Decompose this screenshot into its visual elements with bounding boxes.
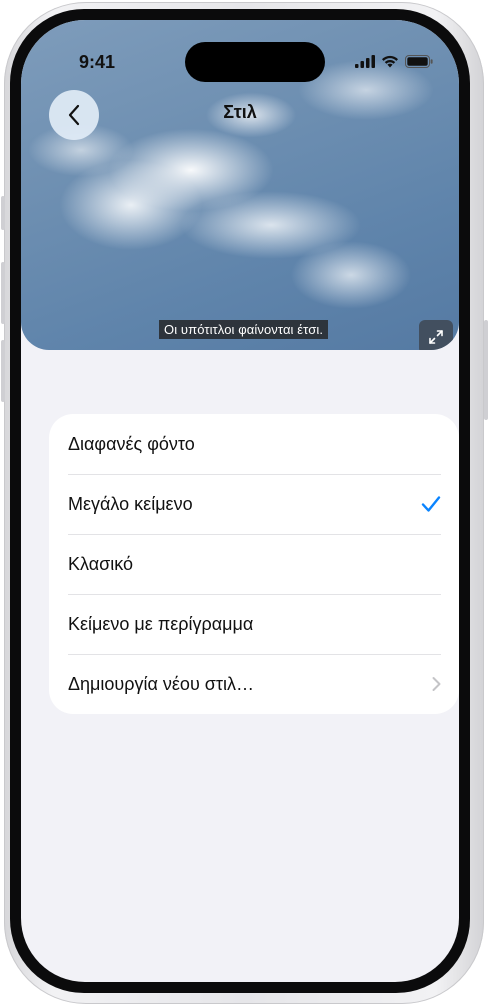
style-option-label: Μεγάλο κείμενο: [68, 493, 193, 514]
caption-sample: Οι υπότιτλοι φαίνονται έτσι.: [159, 320, 329, 339]
style-option-label: Δημιουργία νέου στιλ…: [68, 673, 255, 694]
status-time: 9:41: [79, 52, 116, 72]
style-option-transparent-background[interactable]: Διαφανές φόντο: [49, 414, 459, 474]
expand-arrows-icon: [429, 330, 443, 344]
expand-button[interactable]: [419, 320, 453, 350]
style-option-outlined-text[interactable]: Κείμενο με περίγραμμα: [49, 594, 459, 654]
style-option-classic[interactable]: Κλασικό: [49, 534, 459, 594]
dynamic-island: [185, 42, 325, 82]
style-option-large-text[interactable]: Μεγάλο κείμενο: [49, 474, 459, 534]
volume-down-button: [1, 340, 5, 402]
action-button: [1, 196, 5, 230]
style-option-label: Κείμενο με περίγραμμα: [68, 613, 254, 634]
style-option-label: Κλασικό: [68, 553, 134, 574]
checkmark-icon: [421, 496, 441, 512]
page-title: Στιλ: [223, 102, 257, 122]
disclosure-indicator: [432, 677, 441, 692]
create-new-style[interactable]: Δημιουργία νέου στιλ…: [49, 654, 459, 714]
cellular-signal-icon: [355, 54, 375, 68]
screen: Οι υπότιτλοι φαίνονται έτσι. 9:41 Στιλ Δ…: [21, 20, 459, 982]
volume-up-button: [1, 262, 5, 324]
side-button: [484, 320, 488, 420]
battery-icon: [405, 54, 433, 68]
styles-list: Διαφανές φόντο Μεγάλο κείμενο Κλασικό Κε…: [49, 414, 459, 714]
style-option-label: Διαφανές φόντο: [68, 433, 195, 454]
chevron-right-icon: [432, 677, 441, 691]
selected-indicator: [421, 496, 441, 513]
wifi-icon: [382, 55, 398, 67]
phone-bezel: Οι υπότιτλοι φαίνονται έτσι. 9:41 Στιλ Δ…: [10, 9, 470, 993]
status-icons: [355, 52, 433, 70]
